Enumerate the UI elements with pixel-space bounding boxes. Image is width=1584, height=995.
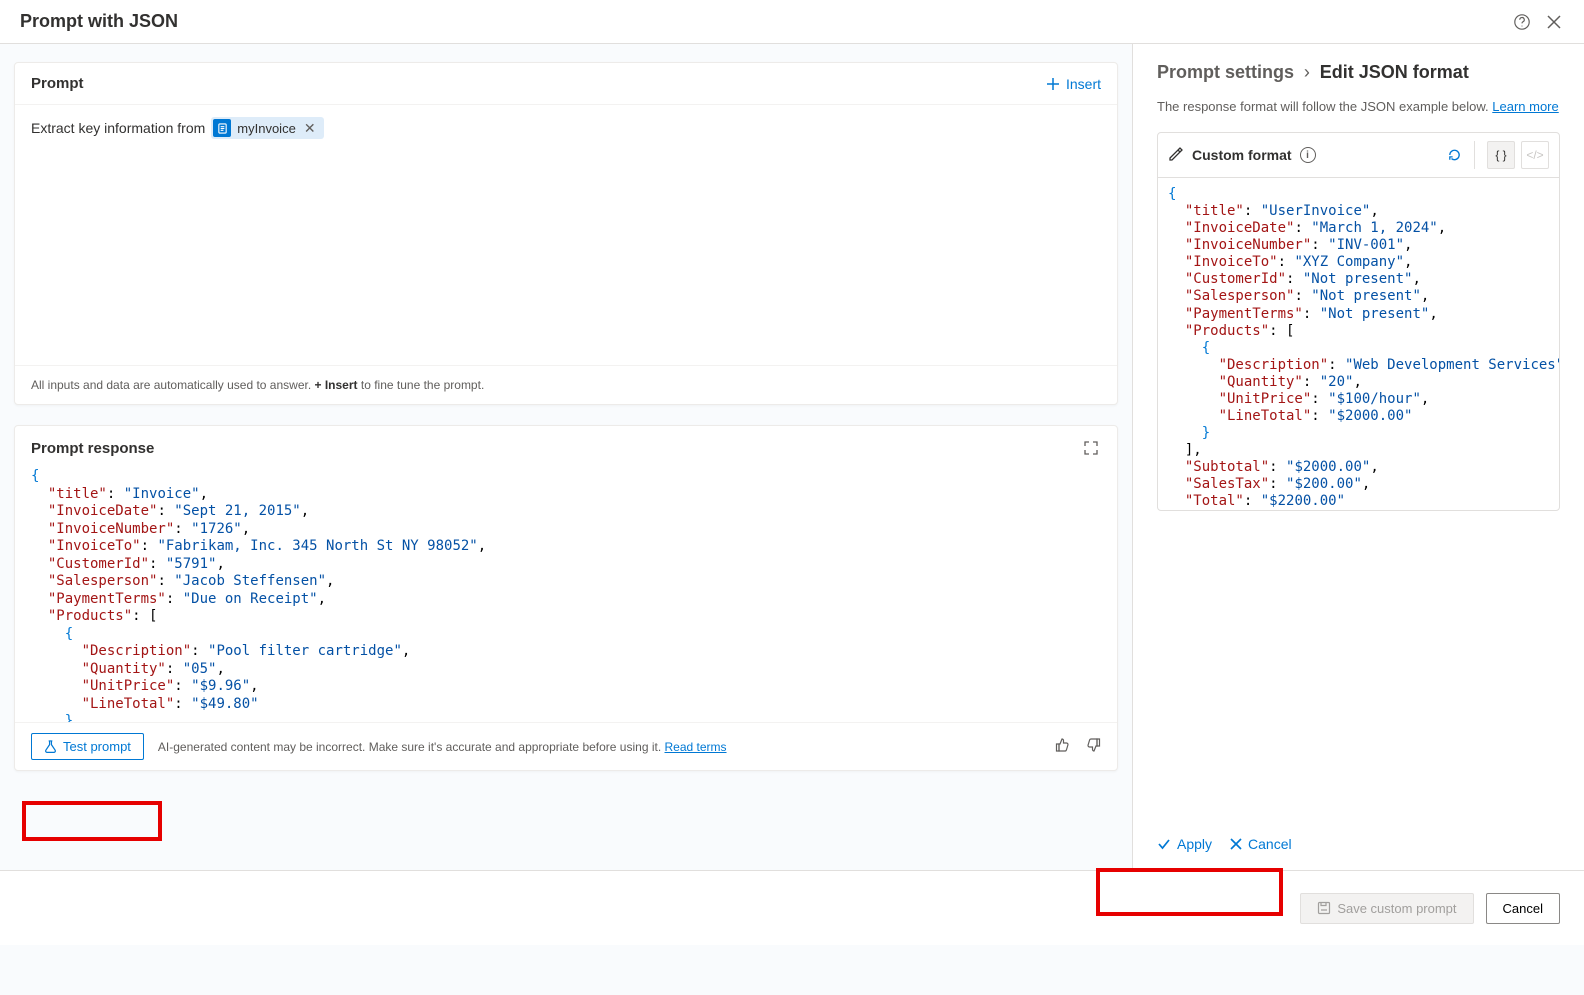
cancel-label: Cancel <box>1503 901 1543 916</box>
page-footer: Save custom prompt Cancel <box>0 870 1584 945</box>
thumbs-down-icon[interactable] <box>1085 737 1101 756</box>
code-view-button[interactable]: </> <box>1521 141 1549 169</box>
settings-cancel-button[interactable]: Cancel <box>1230 836 1292 852</box>
test-prompt-label: Test prompt <box>63 739 131 754</box>
chevron-right-icon: › <box>1304 62 1310 82</box>
settings-cancel-label: Cancel <box>1248 836 1292 852</box>
learn-more-link[interactable]: Learn more <box>1492 99 1558 114</box>
prompt-title: Prompt <box>31 75 84 92</box>
insert-label: Insert <box>1066 76 1101 92</box>
format-json-editor[interactable]: { "title": "UserInvoice", "InvoiceDate":… <box>1158 178 1559 510</box>
document-icon <box>213 119 231 137</box>
response-title: Prompt response <box>31 440 154 457</box>
settings-description: The response format will follow the JSON… <box>1133 95 1584 126</box>
insert-button[interactable]: Insert <box>1046 76 1101 92</box>
breadcrumb-parent[interactable]: Prompt settings <box>1157 62 1294 82</box>
apply-label: Apply <box>1177 836 1212 852</box>
edit-icon <box>1168 146 1184 165</box>
page-title: Prompt with JSON <box>20 11 178 32</box>
variable-chip[interactable]: myInvoice ✕ <box>211 117 323 139</box>
cancel-button[interactable]: Cancel <box>1486 893 1560 924</box>
reset-icon[interactable] <box>1447 141 1475 169</box>
disclaimer-text: AI-generated content may be incorrect. M… <box>158 740 1041 754</box>
info-icon[interactable]: i <box>1300 147 1316 163</box>
settings-panel: Prompt settings › Edit JSON format The r… <box>1132 44 1584 870</box>
response-json[interactable]: { "title": "Invoice", "InvoiceDate": "Se… <box>15 464 1117 722</box>
prompt-input[interactable]: Extract key information from myInvoice ✕ <box>15 105 1117 365</box>
chip-remove-icon[interactable]: ✕ <box>302 120 318 137</box>
response-card: Prompt response { "title": "Invoice", "I… <box>14 425 1118 771</box>
save-label: Save custom prompt <box>1337 901 1456 916</box>
test-prompt-button[interactable]: Test prompt <box>31 733 144 760</box>
apply-button[interactable]: Apply <box>1157 836 1212 852</box>
read-terms-link[interactable]: Read terms <box>665 740 727 754</box>
page-header: Prompt with JSON <box>0 0 1584 44</box>
expand-icon[interactable] <box>1081 438 1101 458</box>
breadcrumb-current: Edit JSON format <box>1320 62 1469 82</box>
prompt-card: Prompt Insert Extract key information fr… <box>14 62 1118 405</box>
prompt-text: Extract key information from <box>31 120 205 136</box>
close-icon[interactable] <box>1544 12 1564 32</box>
json-view-button[interactable]: { } <box>1487 141 1515 169</box>
format-editor: Custom format i { } </> { "title": "User… <box>1157 132 1560 511</box>
prompt-hint: All inputs and data are automatically us… <box>15 365 1117 404</box>
thumbs-up-icon[interactable] <box>1055 737 1071 756</box>
breadcrumb: Prompt settings › Edit JSON format <box>1133 44 1584 95</box>
help-icon[interactable] <box>1512 12 1532 32</box>
save-custom-prompt-button: Save custom prompt <box>1300 893 1473 924</box>
format-title: Custom format <box>1192 147 1292 163</box>
chip-label: myInvoice <box>237 121 296 136</box>
